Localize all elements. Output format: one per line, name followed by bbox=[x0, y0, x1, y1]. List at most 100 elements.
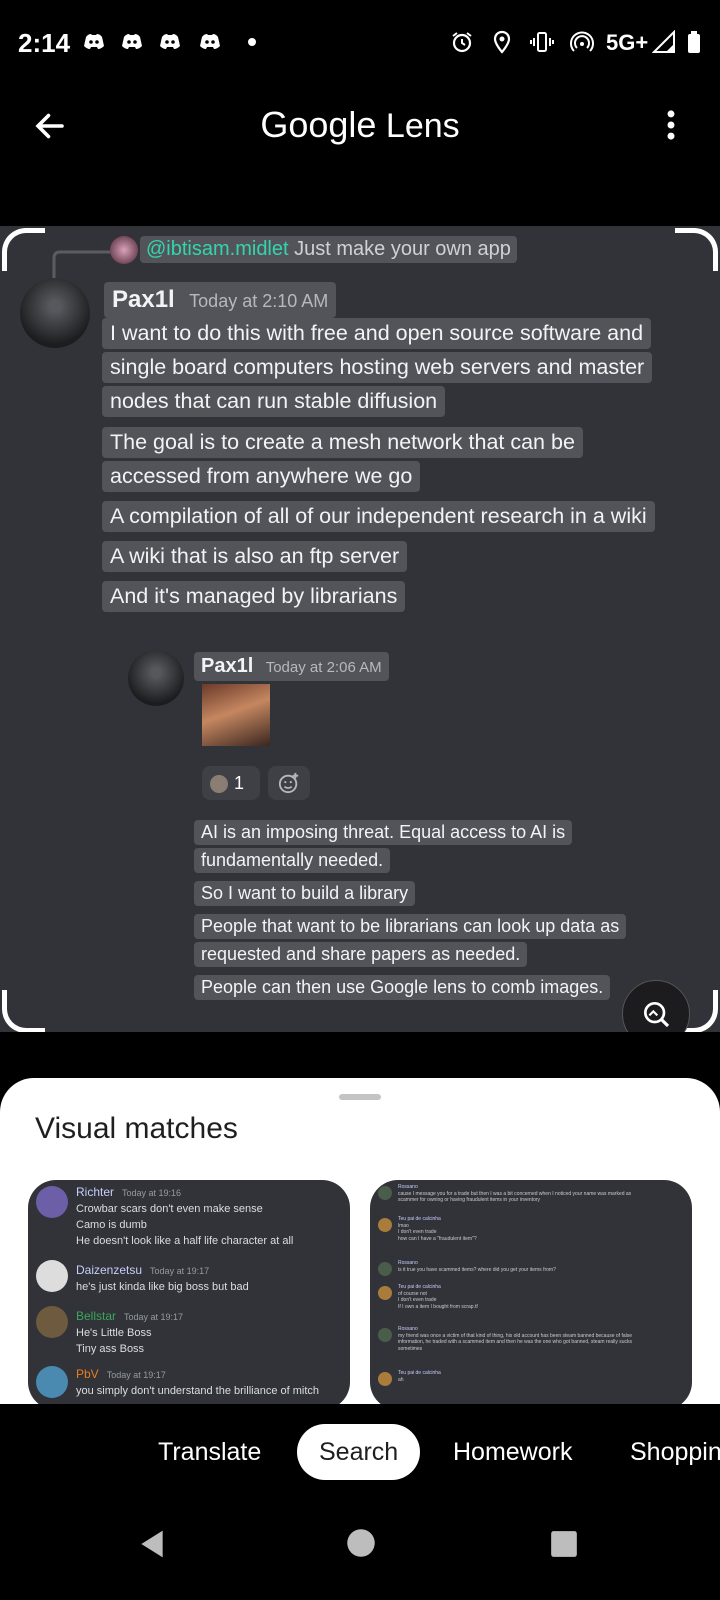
reply-mention: @ibtisam.midlet bbox=[146, 238, 289, 260]
card-message: Teu pai de calcinha ah bbox=[398, 1370, 684, 1383]
location-icon bbox=[493, 30, 511, 54]
visual-matches-title: Visual matches bbox=[35, 1112, 238, 1145]
card-message: Rossano my friend was once a victim of th… bbox=[398, 1326, 684, 1352]
card-line: He doesn't look like a half life charact… bbox=[76, 1235, 294, 1247]
message-line: requested and share papers as needed. bbox=[194, 942, 528, 967]
tab-shopping[interactable]: Shoppin bbox=[630, 1424, 720, 1480]
avatar bbox=[378, 1286, 392, 1300]
card-user: Richter bbox=[76, 1185, 115, 1199]
avatar bbox=[36, 1260, 68, 1292]
card-message: Teu pai de calcinha of course not I don't … bbox=[398, 1284, 684, 1310]
message-line: And it's managed by librarians bbox=[102, 581, 406, 612]
message-line: A compilation of all of our independent … bbox=[102, 501, 655, 532]
add-reaction-icon bbox=[278, 772, 299, 794]
card-user: PbV bbox=[76, 1367, 99, 1381]
card-message: Rossano is it true you have scammed items… bbox=[398, 1260, 684, 1273]
message-line: The goal is to create a mesh network tha… bbox=[102, 427, 583, 458]
card-message: PbV Today at 19:17 you simply don't unders… bbox=[76, 1366, 319, 1399]
card-user: Teu pai de calcinha bbox=[398, 1284, 441, 1290]
mode-tabs: Translate Search Homework Shoppin bbox=[0, 1404, 720, 1504]
card-line: information, he traded with a scammed it… bbox=[398, 1339, 633, 1345]
message-line: AI is an imposing threat. Equal access t… bbox=[194, 820, 573, 845]
card-message: Richter Today at 19:16 Crowbar scars don't… bbox=[76, 1184, 293, 1249]
card-line: I don't even trade bbox=[398, 1229, 437, 1235]
card-message: Rossano cause I message you for a trade b… bbox=[398, 1184, 684, 1204]
card-line: lmao bbox=[398, 1222, 409, 1229]
image-search-icon bbox=[644, 1002, 670, 1028]
card-line: ah bbox=[398, 1376, 404, 1383]
card-message: Bellstar Today at 19:17 He's Little Boss Ti… bbox=[76, 1308, 183, 1357]
nav-back-icon[interactable] bbox=[136, 1528, 168, 1560]
reply-avatar bbox=[110, 236, 138, 264]
crop-handle-bottom-left[interactable] bbox=[2, 990, 45, 1032]
network-type: 5G+ bbox=[606, 30, 649, 55]
card-line: Crowbar scars don't even make sense bbox=[76, 1203, 263, 1215]
card-line: is it true you have scammed items? where… bbox=[398, 1266, 556, 1273]
crop-handle-top-left[interactable] bbox=[2, 228, 45, 271]
card-message: Teu pai de calcinha lmao I don't even trad… bbox=[398, 1216, 684, 1242]
system-nav-bar bbox=[0, 1504, 720, 1600]
status-time: 2:14 bbox=[18, 28, 71, 58]
card-line: I don't even trade bbox=[398, 1297, 437, 1303]
discord-icon bbox=[200, 34, 220, 49]
results-sheet[interactable]: Visual matches Richter Today at 19:16 Crow… bbox=[0, 1078, 720, 1404]
message-time: Today at 2:10 AM bbox=[189, 291, 329, 311]
visual-match-card[interactable]: Richter Today at 19:16 Crowbar scars don't… bbox=[28, 1180, 350, 1404]
lens-image[interactable]: @ibtisam.midlet Just make your own app P… bbox=[0, 226, 720, 1032]
message-line: People can then use Google lens to comb … bbox=[194, 975, 611, 1000]
app-title-lens: Lens bbox=[385, 107, 460, 145]
tab-homework[interactable]: Homework bbox=[453, 1424, 572, 1480]
card-time: Today at 19:17 bbox=[106, 1370, 166, 1380]
avatar bbox=[378, 1328, 392, 1342]
signal-icon bbox=[652, 30, 675, 53]
card-line: scammer for owning or having fraudulent … bbox=[398, 1197, 541, 1203]
card-line: cause I message you for a trade but then… bbox=[398, 1190, 632, 1197]
message-line: single board computers hosting web serve… bbox=[102, 352, 653, 383]
anime-image-attachment bbox=[202, 684, 270, 746]
user-avatar bbox=[128, 650, 184, 706]
crop-handle-top-right[interactable] bbox=[675, 228, 718, 271]
nav-recents-icon[interactable] bbox=[550, 1530, 578, 1558]
discord-icon bbox=[160, 34, 180, 49]
message-line: fundamentally needed. bbox=[194, 848, 391, 873]
reaction-emoji-icon bbox=[210, 775, 228, 794]
card-line: you simply don't understand the brillian… bbox=[76, 1385, 320, 1397]
visual-match-card[interactable]: Rossano cause I message you for a trade b… bbox=[370, 1180, 692, 1404]
tab-search[interactable]: Search bbox=[297, 1424, 421, 1480]
card-line: If I own a item I bought from scrap.tf bbox=[398, 1303, 478, 1310]
reaction-chip: 1 bbox=[202, 766, 260, 800]
card-line: He's Little Boss bbox=[76, 1327, 152, 1339]
card-user: Bellstar bbox=[76, 1309, 117, 1323]
sheet-drag-handle[interactable] bbox=[339, 1094, 381, 1100]
hotspot-icon bbox=[570, 31, 594, 52]
tab-translate[interactable]: Translate bbox=[158, 1424, 261, 1480]
message-author: Pax1l bbox=[201, 655, 254, 677]
reaction-count: 1 bbox=[234, 773, 245, 793]
message-author: Pax1l bbox=[112, 286, 175, 313]
nav-home-icon[interactable] bbox=[346, 1528, 376, 1558]
card-line: how can I have a "fraudulent item"? bbox=[398, 1235, 477, 1242]
discord-icon bbox=[122, 34, 142, 49]
discord-icon bbox=[84, 34, 104, 49]
card-user: Teu pai de calcinha bbox=[398, 1370, 441, 1376]
dot-icon bbox=[248, 38, 256, 46]
message-line: So I want to build a library bbox=[194, 881, 416, 906]
message-line: People that want to be librarians can lo… bbox=[194, 914, 627, 939]
card-user: Rossano bbox=[398, 1184, 418, 1190]
avatar bbox=[36, 1186, 68, 1218]
card-time: Today at 19:17 bbox=[150, 1266, 210, 1276]
more-vert-icon[interactable] bbox=[652, 106, 690, 144]
lens-search-button[interactable] bbox=[622, 980, 690, 1032]
card-message: Daizenzetsu Today at 19:17 he's just kinda… bbox=[76, 1262, 249, 1295]
app-title: Google Lens bbox=[0, 104, 720, 146]
message-line: I want to do this with free and open sou… bbox=[102, 318, 652, 349]
card-line: sometimes bbox=[398, 1345, 423, 1352]
message-line: accessed from anywhere we go bbox=[102, 461, 421, 492]
status-bar: 2:14 5G+ bbox=[0, 0, 720, 86]
avatar bbox=[36, 1306, 68, 1338]
card-user: Teu pai de calcinha bbox=[398, 1216, 441, 1222]
card-line: of course not bbox=[398, 1290, 427, 1297]
avatar bbox=[36, 1366, 68, 1398]
battery-icon bbox=[688, 31, 700, 53]
card-user: Daizenzetsu bbox=[76, 1263, 143, 1277]
